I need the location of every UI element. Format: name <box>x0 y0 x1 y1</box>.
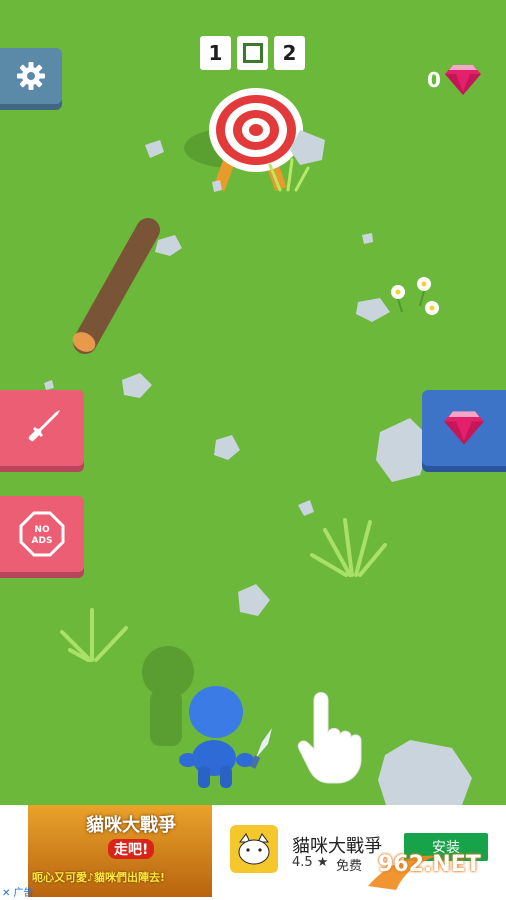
gem-shop-button[interactable] <box>422 390 506 466</box>
watermark-site: 乐游网 <box>432 878 469 892</box>
knife-shop-button[interactable] <box>0 390 84 466</box>
ad-app-icon[interactable] <box>230 825 278 873</box>
player-shadow <box>142 646 194 746</box>
ad-banner-sub: 走吧! <box>108 839 155 859</box>
grass-tuft <box>310 518 387 577</box>
ad-close-tag[interactable]: ✕ 广告 <box>2 884 34 899</box>
ad-banner-line: 呃心又可愛♪貓咪們出陣去! <box>32 871 166 884</box>
no-ads-icon: NO ADS <box>19 511 65 557</box>
archery-target[interactable] <box>209 88 303 172</box>
knife-icon <box>28 410 60 442</box>
grass-tuft <box>60 608 128 662</box>
score-left: 1 <box>200 36 231 70</box>
flowers <box>391 277 439 315</box>
wooden-log <box>72 218 160 354</box>
score-right: 2 <box>274 36 305 70</box>
gear-icon <box>17 62 45 90</box>
no-ads-text-bottom: ADS <box>32 536 53 546</box>
diamond-icon <box>445 65 481 95</box>
rocks <box>44 130 472 805</box>
knife-icon <box>249 728 272 769</box>
game-scene[interactable]: 1 2 0 NO ADS <box>0 0 506 805</box>
score-separator <box>237 36 268 70</box>
ad-app-rating: 4.5 ★ <box>292 855 329 870</box>
tap-hand-icon <box>297 692 362 784</box>
cat-icon <box>238 833 270 865</box>
gem-count: 0 <box>427 68 441 92</box>
ad-banner-title: 貓咪大戰爭 <box>86 815 176 836</box>
ad-banner-image[interactable]: 貓咪大戰爭 走吧! 呃心又可愛♪貓咪們出陣去! <box>28 805 212 897</box>
no-ads-text-top: NO <box>34 525 50 535</box>
score-panel: 1 2 <box>200 36 305 70</box>
ad-app-price: 免费 <box>336 859 363 874</box>
settings-button[interactable] <box>0 48 62 104</box>
player-character[interactable] <box>179 686 254 788</box>
diamond-icon <box>444 411 484 445</box>
no-ads-button[interactable]: NO ADS <box>0 496 84 572</box>
watermark-text: 962.NET <box>378 852 481 877</box>
